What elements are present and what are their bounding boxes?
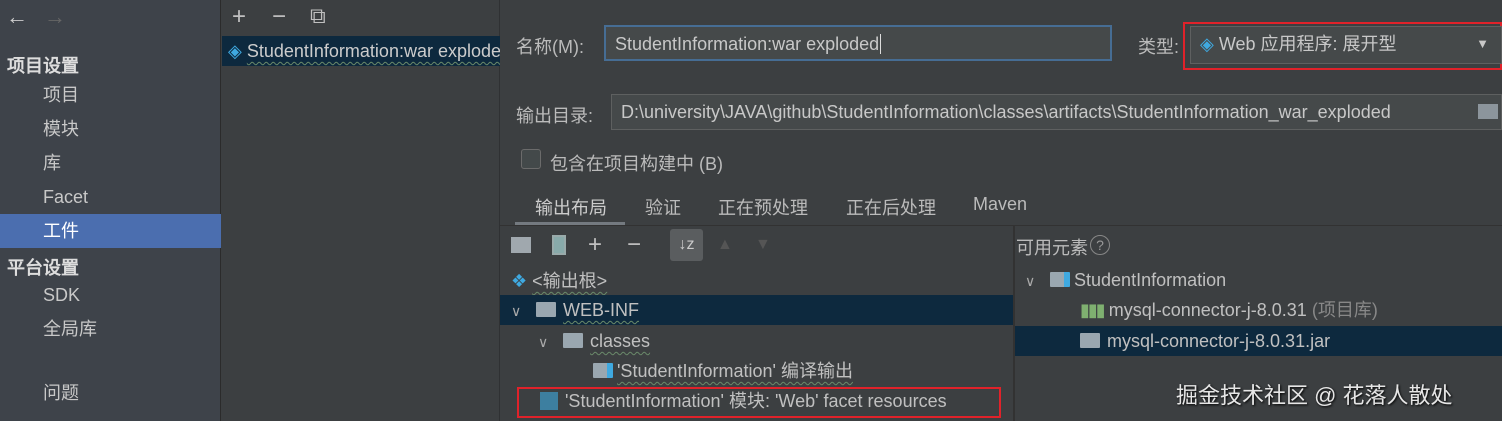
tree-item-facet-resources[interactable]: 'StudentInformation' 模块: 'Web' facet res… bbox=[540, 386, 947, 416]
sidebar-item-global-libraries[interactable]: 全局库 bbox=[0, 312, 221, 346]
sidebar-item-sdk[interactable]: SDK bbox=[0, 278, 221, 312]
tree-item-compile-output[interactable]: 'StudentInformation' 编译输出 bbox=[593, 356, 853, 386]
move-up-button[interactable]: ▲ bbox=[717, 236, 733, 254]
forward-button[interactable]: → bbox=[44, 4, 66, 30]
tab-output-layout[interactable]: 输出布局 bbox=[535, 194, 607, 220]
sidebar-item-facets[interactable]: Facet bbox=[0, 180, 221, 214]
new-directory-icon[interactable] bbox=[511, 237, 531, 253]
web-artifact-icon: ◈ bbox=[228, 41, 242, 61]
archive-icon[interactable] bbox=[552, 235, 566, 255]
add-copy-button[interactable]: + bbox=[588, 231, 602, 259]
sort-icon[interactable]: ↓z bbox=[670, 229, 703, 261]
back-button[interactable]: ← bbox=[6, 4, 28, 30]
module-icon bbox=[1050, 272, 1071, 287]
available-item-library[interactable]: ▮▮▮ mysql-connector-j-8.0.31 (项目库) bbox=[1080, 295, 1378, 325]
section-project-settings: 项目设置 bbox=[7, 56, 79, 76]
remove-element-button[interactable]: − bbox=[627, 231, 641, 259]
copy-artifact-button[interactable]: ⧉ bbox=[310, 3, 326, 29]
chevron-down-icon: ∨ bbox=[1025, 273, 1036, 289]
sidebar-item-libraries[interactable]: 库 bbox=[0, 146, 221, 180]
sidebar: ← → 项目设置 项目 模块 库 Facet 工件 平台设置 SDK 全局库 问… bbox=[0, 0, 221, 421]
move-down-button[interactable]: ▼ bbox=[755, 236, 771, 254]
web-facet-icon bbox=[540, 392, 558, 410]
add-artifact-button[interactable]: + bbox=[232, 3, 246, 31]
library-icon: ▮▮▮ bbox=[1080, 300, 1106, 320]
sidebar-item-modules[interactable]: 模块 bbox=[0, 112, 221, 146]
chevron-down-icon: ∨ bbox=[538, 334, 549, 350]
output-dir-label: 输出目录: bbox=[516, 106, 594, 126]
tab-validation[interactable]: 验证 bbox=[645, 194, 681, 220]
web-artifact-icon: ◈ bbox=[1200, 34, 1214, 54]
tab-preprocessing[interactable]: 正在预处理 bbox=[718, 194, 808, 220]
type-dropdown[interactable]: ◈ Web 应用程序: 展开型 ▼ bbox=[1190, 26, 1502, 64]
sidebar-item-project[interactable]: 项目 bbox=[0, 78, 221, 112]
divider bbox=[500, 225, 1502, 226]
include-in-build-label: 包含在项目构建中 (B) bbox=[550, 154, 723, 174]
include-in-build-checkbox[interactable] bbox=[521, 149, 541, 169]
watermark: 掘金技术社区 @ 花落人散处 bbox=[1176, 383, 1453, 408]
tree-item-classes[interactable]: ∨ classes bbox=[538, 326, 650, 356]
chevron-down-icon: ▼ bbox=[1476, 36, 1489, 51]
artifact-list-item[interactable]: ◈ StudentInformation:war exploded bbox=[222, 36, 500, 66]
tree-item-web-inf[interactable]: ∨ WEB-INF bbox=[511, 295, 639, 325]
section-platform-settings: 平台设置 bbox=[7, 258, 79, 278]
chevron-down-icon: ∨ bbox=[511, 303, 522, 319]
folder-icon bbox=[563, 333, 584, 348]
splitter[interactable] bbox=[1013, 226, 1015, 421]
tree-item-output-root[interactable]: ❖ <输出根> bbox=[511, 266, 607, 296]
name-input[interactable]: StudentInformation:war exploded bbox=[604, 25, 1112, 61]
sidebar-item-artifacts[interactable]: 工件 bbox=[0, 214, 221, 248]
sidebar-item-problems[interactable]: 问题 bbox=[0, 376, 221, 410]
available-item-module[interactable]: ∨ StudentInformation bbox=[1025, 265, 1226, 295]
folder-browse-icon[interactable] bbox=[1478, 104, 1498, 119]
output-root-icon: ❖ bbox=[511, 271, 528, 291]
tab-postprocessing[interactable]: 正在后处理 bbox=[846, 194, 936, 220]
folder-icon bbox=[1080, 333, 1100, 348]
help-icon[interactable]: ? bbox=[1090, 235, 1110, 255]
tab-maven[interactable]: Maven bbox=[973, 194, 1027, 215]
module-output-icon bbox=[593, 363, 613, 378]
name-label: 名称(M): bbox=[516, 37, 584, 57]
available-elements-title: 可用元素 bbox=[1016, 238, 1088, 258]
folder-icon bbox=[536, 302, 557, 317]
available-item-jar[interactable]: mysql-connector-j-8.0.31.jar bbox=[1080, 326, 1330, 356]
type-label: 类型: bbox=[1138, 37, 1180, 57]
artifact-list-panel: + − ⧉ ◈ StudentInformation:war exploded bbox=[222, 0, 500, 421]
output-dir-input[interactable]: D:\university\JAVA\github\StudentInforma… bbox=[611, 94, 1502, 130]
remove-artifact-button[interactable]: − bbox=[272, 3, 286, 31]
